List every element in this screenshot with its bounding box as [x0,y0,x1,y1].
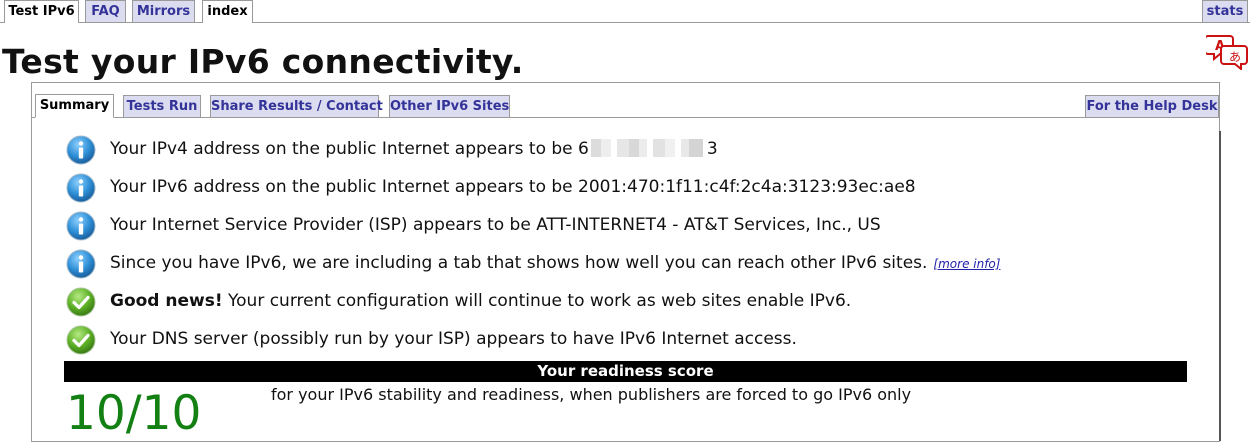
tab-stats[interactable]: stats [1202,0,1248,22]
ipv6-tab-text: Since you have IPv6, we are including a … [110,253,1001,273]
tab-share-results[interactable]: Share Results / Contact [210,95,383,117]
info-icon [66,211,96,241]
translate-icon[interactable]: A あ [1206,34,1250,70]
readiness-heading: Your readiness score [64,361,1187,382]
tab-tests-run[interactable]: Tests Run [123,95,201,117]
readiness-description: for your IPv6 stability and readiness, w… [271,385,912,404]
readiness-score: 10/10 [66,386,202,441]
tab-summary[interactable]: Summary [35,94,114,118]
tab-other-ipv6-sites[interactable]: Other IPv6 Sites [389,95,510,117]
more-info-link[interactable]: [more info] [933,257,1000,271]
tab-test-ipv6[interactable]: Test IPv6 [4,0,79,23]
tab-faq[interactable]: FAQ [85,0,126,22]
ipv6-address-row: Your IPv6 address on the public Internet… [66,173,1166,203]
page-title: Test your IPv6 connectivity. [2,42,524,81]
tab-help-desk[interactable]: For the Help Desk [1085,95,1219,117]
panel-scrollbar [1219,131,1221,441]
tab-mirrors[interactable]: Mirrors [132,0,195,22]
ipv6-tab-row: Since you have IPv6, we are including a … [66,249,1166,279]
redacted-address [590,139,703,157]
dns-row: Your DNS server (possibly run by your IS… [66,325,1166,355]
good-news-row: Good news! Your current configuration wi… [66,287,1166,317]
ipv4-address-text: Your IPv4 address on the public Internet… [110,139,718,159]
top-tab-bar: Test IPv6 FAQ Mirrors index stats [0,0,1250,23]
ipv4-address-row: Your IPv4 address on the public Internet… [66,135,1166,165]
isp-row: Your Internet Service Provider (ISP) app… [66,211,1166,241]
ipv6-address-text: Your IPv6 address on the public Internet… [110,177,916,197]
tab-index[interactable]: index [202,0,253,23]
info-icon [66,135,96,165]
good-news-text: Good news! Your current configuration wi… [110,291,852,311]
info-icon [66,173,96,203]
check-icon [66,287,96,317]
dns-text: Your DNS server (possibly run by your IS… [110,329,797,349]
info-icon [66,249,96,279]
check-icon [66,325,96,355]
sub-tab-bar: Summary Tests Run Share Results / Contac… [32,83,1219,118]
svg-text:あ: あ [1229,50,1241,64]
isp-text: Your Internet Service Provider (ISP) app… [110,215,881,235]
